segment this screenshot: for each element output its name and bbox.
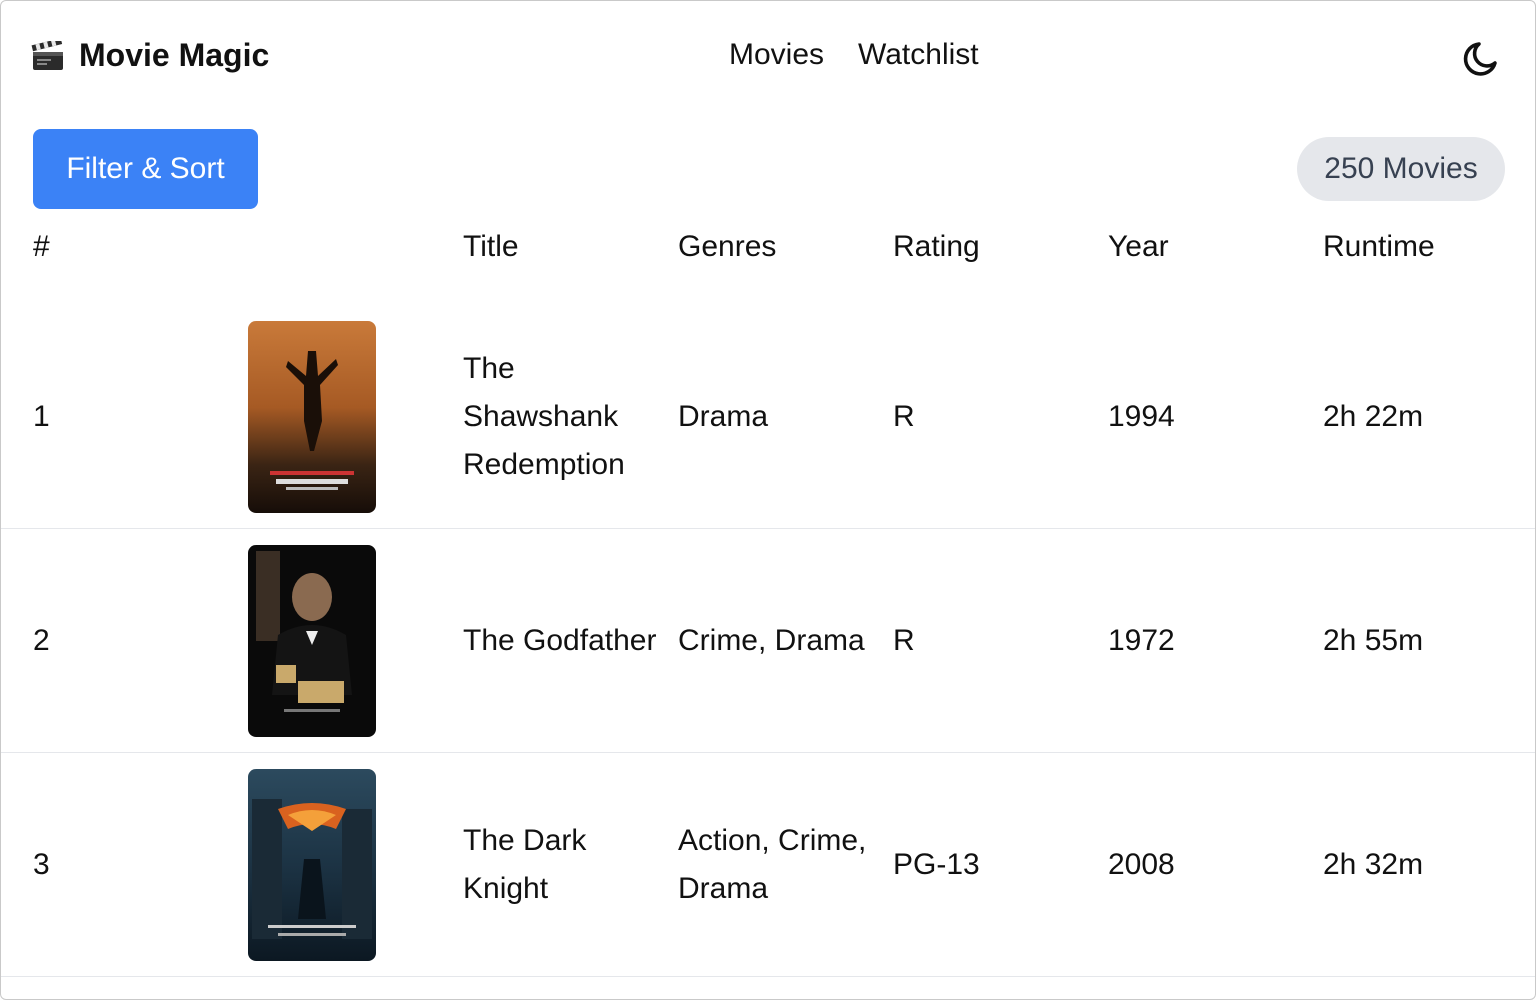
- header-rank: #: [33, 230, 50, 263]
- brand[interactable]: Movie Magic: [31, 37, 269, 74]
- genres-cell: Drama: [678, 400, 769, 433]
- table-row[interactable]: 3 The Dark Knight Action, Crime, Drama P…: [1, 753, 1535, 977]
- title-cell[interactable]: The Godfather: [463, 593, 663, 689]
- nav-movies[interactable]: Movies: [729, 38, 824, 72]
- moon-icon: [1463, 42, 1497, 76]
- runtime-cell: 2h 55m: [1323, 624, 1424, 657]
- runtime-cell: 2h 32m: [1323, 848, 1424, 881]
- movie-count-badge: 250 Movies: [1297, 137, 1505, 201]
- runtime-cell: 2h 22m: [1323, 400, 1424, 433]
- genres-cell: Crime, Drama: [678, 624, 865, 657]
- header-title[interactable]: Title: [463, 230, 519, 264]
- movie-poster[interactable]: [248, 321, 376, 513]
- app-title: Movie Magic: [79, 37, 270, 73]
- movie-poster[interactable]: [248, 545, 376, 737]
- header-rating[interactable]: Rating: [893, 230, 980, 264]
- filter-sort-button[interactable]: Filter & Sort: [33, 129, 258, 209]
- rank-cell: 2: [33, 624, 50, 657]
- app-window: Movie Magic Movies Watchlist Filter & So…: [0, 0, 1536, 1000]
- movie-poster[interactable]: [248, 769, 376, 961]
- nav-watchlist[interactable]: Watchlist: [858, 38, 979, 72]
- rating-cell: PG-13: [893, 848, 980, 881]
- title-cell[interactable]: The Shawshank Redemption: [463, 345, 663, 489]
- table-row[interactable]: 2 The Godfather Crime, Drama R 1972 2h 5…: [1, 529, 1535, 753]
- title-cell[interactable]: The Dark Knight: [463, 817, 663, 913]
- rank-cell: 1: [33, 400, 50, 433]
- table-row[interactable]: 1 The Shawshank Redemption Drama R 1994 …: [1, 305, 1535, 529]
- row-divider: [1, 976, 1535, 977]
- genres-cell: Action, Crime, Drama: [678, 824, 867, 905]
- year-cell: 1994: [1108, 400, 1175, 433]
- year-cell: 1972: [1108, 624, 1175, 657]
- header-genres[interactable]: Genres: [678, 230, 776, 264]
- year-cell: 2008: [1108, 848, 1175, 881]
- clapperboard-icon: [31, 39, 65, 73]
- rating-cell: R: [893, 400, 915, 433]
- main-nav: Movies Watchlist: [729, 38, 979, 72]
- theme-toggle-button[interactable]: [1457, 35, 1505, 83]
- rank-cell: 3: [33, 848, 50, 881]
- rating-cell: R: [893, 624, 915, 657]
- header-runtime[interactable]: Runtime: [1323, 230, 1435, 264]
- header-year[interactable]: Year: [1108, 230, 1169, 264]
